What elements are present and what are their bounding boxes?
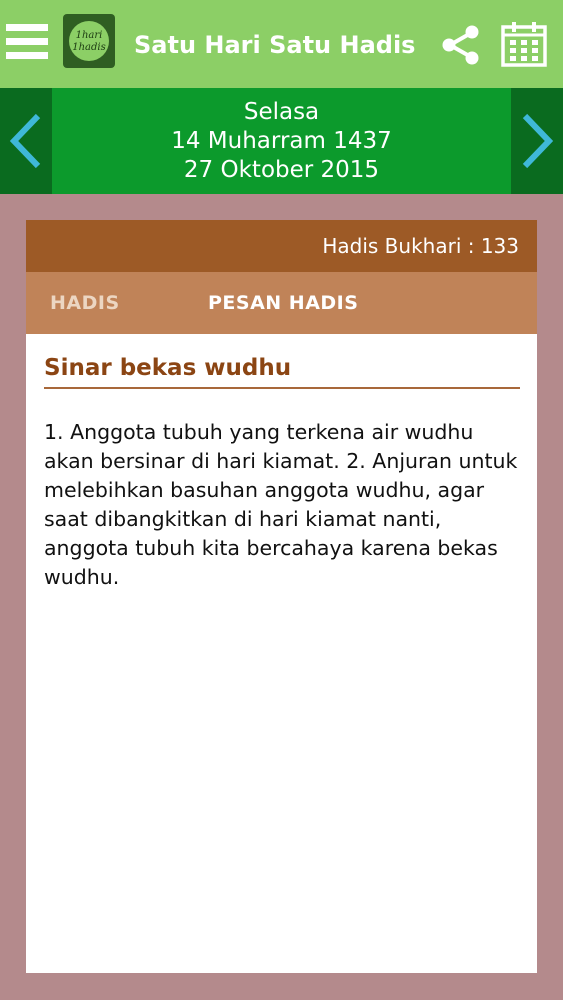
hamburger-menu-icon[interactable]: [6, 24, 48, 60]
share-icon[interactable]: [441, 25, 481, 65]
day-name: Selasa: [243, 99, 320, 125]
hadis-card: Hadis Bukhari : 133 HADIS PESAN HADIS Si…: [26, 220, 537, 973]
app-title: Satu Hari Satu Hadis: [134, 31, 416, 59]
app-logo: 1hari 1hadis: [63, 14, 115, 68]
gregorian-date: 27 Oktober 2015: [183, 157, 380, 183]
logo-text-bottom: 1hadis: [72, 42, 106, 53]
chevron-right-icon: [522, 113, 554, 169]
tab-hadis[interactable]: HADIS: [50, 290, 120, 316]
date-bar: Selasa 14 Muharram 1437 27 Oktober 2015: [0, 88, 563, 194]
hadis-title: Sinar bekas wudhu: [44, 355, 292, 381]
next-day-button[interactable]: [511, 88, 563, 194]
date-display: Selasa 14 Muharram 1437 27 Oktober 2015: [52, 98, 511, 185]
hadis-reference: Hadis Bukhari : 133: [322, 234, 519, 258]
logo-text-top: 1hari: [76, 30, 103, 41]
hadis-message-text: 1. Anggota tubuh yang terkena air wudhu …: [44, 420, 518, 589]
app-screen: 1hari 1hadis Satu Hari Satu Hadis Selasa…: [0, 0, 563, 1000]
chevron-left-icon: [9, 113, 41, 169]
menu-line: [6, 38, 48, 45]
card-header: Hadis Bukhari : 133: [26, 220, 537, 272]
menu-line: [6, 24, 48, 31]
menu-line: [6, 52, 48, 59]
tab-bar: HADIS PESAN HADIS: [26, 272, 537, 334]
top-app-bar: 1hari 1hadis Satu Hari Satu Hadis: [0, 0, 563, 88]
hijri-date: 14 Muharram 1437: [171, 128, 392, 154]
title-divider: [44, 387, 520, 389]
tab-pesan-hadis[interactable]: PESAN HADIS: [208, 290, 358, 316]
calendar-icon[interactable]: [500, 20, 548, 68]
previous-day-button[interactable]: [0, 88, 52, 194]
